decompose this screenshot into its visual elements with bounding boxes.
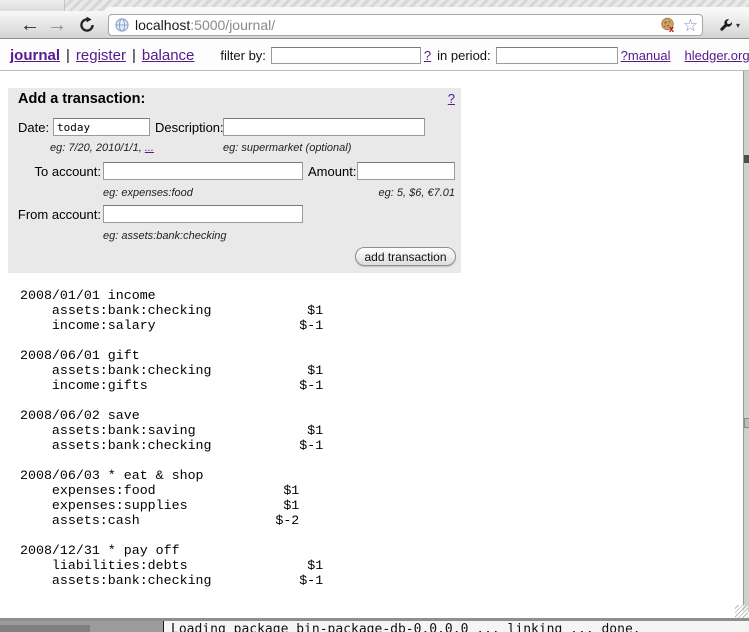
to-account-label: To account:: [8, 164, 101, 179]
tab-strip-left-fragment: [0, 0, 65, 11]
address-bar[interactable]: localhost:5000/journal/ x ☆: [108, 14, 703, 36]
chevron-down-icon: ▾: [736, 21, 740, 30]
back-icon: ←: [20, 14, 40, 37]
description-label: Description:: [155, 120, 224, 135]
wrench-icon: [718, 17, 734, 33]
filter-input[interactable]: [271, 47, 421, 64]
from-account-hint: eg: assets:bank:checking: [103, 230, 227, 242]
period-help-link[interactable]: ?: [621, 48, 628, 63]
filter-by-label: filter by:: [220, 48, 266, 63]
background-patch: [0, 625, 90, 632]
forward-icon: →: [47, 14, 67, 37]
terminal-window-sliver: Loading package bin-package-db-0.0.0.0 .…: [163, 621, 749, 632]
to-account-input[interactable]: [103, 162, 303, 180]
amount-hint: eg: 5, $6, €7.01: [357, 187, 455, 199]
date-label: Date:: [18, 120, 49, 135]
nav-separator: |: [132, 47, 136, 64]
add-transaction-form: Add a transaction: ? Date: Description: …: [8, 88, 461, 273]
url-text: localhost:5000/journal/: [135, 17, 660, 33]
form-title: Add a transaction:: [18, 91, 145, 107]
background-strip: Loading package bin-package-db-0.0.0.0 .…: [0, 621, 749, 632]
scrollbar-thumb[interactable]: [744, 155, 749, 163]
from-account-input[interactable]: [103, 205, 303, 223]
journal-text: 2008/01/01 income assets:bank:checking $…: [20, 288, 323, 588]
from-account-label: From account:: [8, 207, 101, 222]
hledger-navbar: journal | register | balance filter by: …: [0, 40, 749, 71]
description-hint: eg: supermarket (optional): [223, 142, 351, 154]
scrollbar-track[interactable]: [743, 71, 749, 612]
back-button[interactable]: ←: [17, 11, 43, 39]
nav-separator: |: [66, 47, 70, 64]
amount-input[interactable]: [357, 162, 455, 180]
svg-text:x: x: [669, 24, 674, 33]
description-input[interactable]: [223, 118, 425, 136]
amount-label: Amount:: [308, 164, 356, 179]
terminal-output-text: Loading package bin-package-db-0.0.0.0 .…: [171, 622, 641, 632]
manual-link[interactable]: manual: [628, 48, 671, 63]
wrench-menu-button[interactable]: ▾: [712, 13, 746, 37]
form-help-link[interactable]: ?: [448, 91, 455, 106]
browser-window: ← → localhost:5000/journal/: [0, 0, 749, 632]
url-host: localhost: [135, 17, 190, 33]
hledger-org-link[interactable]: hledger.org: [685, 48, 749, 63]
date-input[interactable]: [53, 118, 150, 136]
globe-icon: [115, 18, 129, 32]
date-hint-more-link[interactable]: ...: [145, 142, 154, 154]
nav-balance-link[interactable]: balance: [142, 47, 195, 64]
nav-journal-link[interactable]: journal: [10, 47, 60, 64]
in-period-label: in period:: [437, 48, 490, 63]
date-hint-text: eg: 7/20, 2010/1/1,: [50, 142, 145, 154]
reload-button[interactable]: [74, 11, 100, 39]
reload-icon: [78, 16, 96, 34]
url-path: :5000/journal/: [190, 17, 275, 33]
filter-help-link[interactable]: ?: [424, 48, 431, 63]
cookie-blocked-icon[interactable]: x: [660, 17, 677, 33]
resize-grip[interactable]: [735, 605, 748, 618]
forward-button[interactable]: →: [44, 11, 70, 39]
to-account-hint: eg: expenses:food: [103, 187, 193, 199]
add-transaction-button[interactable]: add transaction: [355, 247, 456, 266]
date-hint: eg: 7/20, 2010/1/1, ...: [50, 142, 154, 154]
period-input[interactable]: [496, 47, 618, 64]
nav-register-link[interactable]: register: [76, 47, 126, 64]
bookmark-star-icon[interactable]: ☆: [683, 17, 698, 34]
browser-toolbar: ← → localhost:5000/journal/: [0, 11, 749, 39]
scrollbar-mark: [744, 418, 749, 428]
